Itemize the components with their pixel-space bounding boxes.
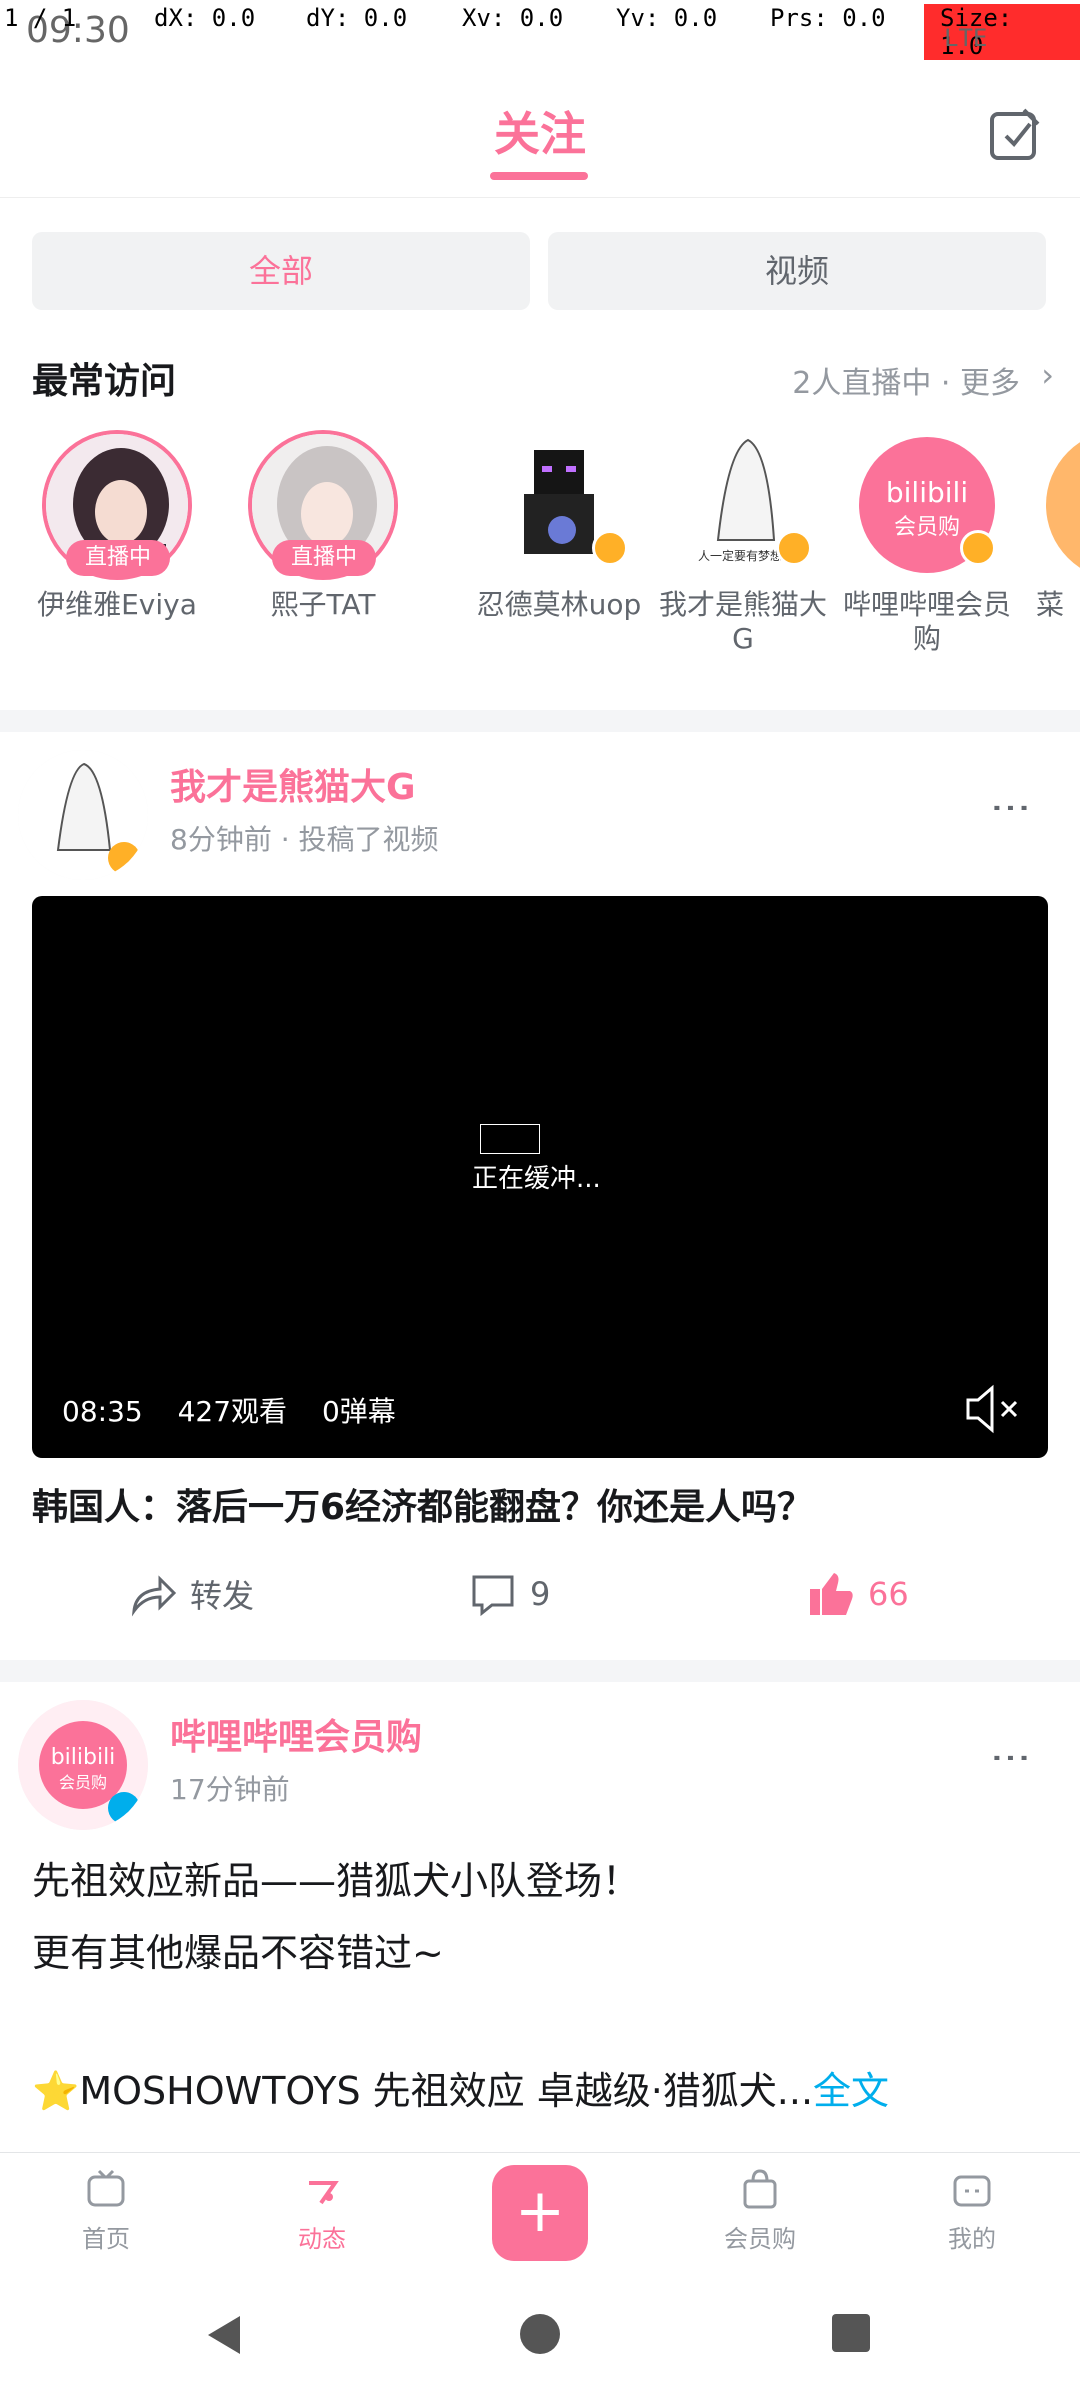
author-name[interactable]: 哔哩哔哩会员购 bbox=[170, 1708, 422, 1760]
nav-home-label: 首页 bbox=[82, 2225, 130, 2253]
add-post-button[interactable]: + bbox=[492, 2165, 588, 2261]
debug-dy: dY: 0.0 bbox=[306, 4, 408, 32]
comment-icon bbox=[472, 1575, 514, 1617]
frequent-item-label: 忍德莫林uop bbox=[476, 588, 642, 621]
tab-video[interactable]: 视频 bbox=[548, 232, 1046, 310]
lightning-badge-icon bbox=[776, 530, 812, 566]
post-text-line: ⭐MOSHOWTOYS 先祖效应 卓越级·猎狐犬...全文 bbox=[32, 2056, 889, 2126]
nav-huiyuangou-label: 会员购 bbox=[724, 2225, 796, 2253]
nav-home[interactable]: 首页 bbox=[46, 2167, 166, 2254]
debug-yv: Yv: 0.0 bbox=[616, 4, 718, 32]
frequent-item-label: 熙子TAT bbox=[270, 588, 376, 621]
filter-tabs: 全部 视频 bbox=[0, 212, 1080, 322]
post-header: 我才是熊猫大G 8分钟前 · 投稿了视频 ⋮ bbox=[0, 738, 1080, 888]
debug-xv: Xv: 0.0 bbox=[462, 4, 564, 32]
svg-text:会员购: 会员购 bbox=[894, 515, 960, 540]
buffering-text: 正在缓冲... bbox=[472, 1164, 601, 1194]
title-underline bbox=[490, 172, 588, 180]
frequent-item-label: 哔哩哔哩会员购 bbox=[842, 588, 1011, 655]
frequent-item-uop[interactable]: 忍德莫林uop bbox=[474, 420, 644, 670]
frequent-visit-list: 直播中 伊维雅Eviya 直播中 熙子TAT 忍德莫林uop 人一定要有梦想 我… bbox=[0, 420, 1080, 710]
tab-all[interactable]: 全部 bbox=[32, 232, 530, 310]
post-text-line-content: ⭐MOSHOWTOYS 先祖效应 卓越级·猎狐犬... bbox=[32, 2069, 814, 2113]
frequent-item-eviya[interactable]: 直播中 伊维雅Eviya bbox=[32, 420, 202, 670]
frequent-visit-header: 最常访问 2人直播中 · 更多 › bbox=[0, 340, 1080, 410]
live-badge: 直播中 bbox=[272, 540, 376, 576]
section-divider bbox=[0, 710, 1080, 732]
full-text-link[interactable]: 全文 bbox=[813, 2069, 889, 2113]
post-meta: 17分钟前 bbox=[170, 1773, 290, 1806]
back-icon[interactable] bbox=[200, 2310, 250, 2360]
author-name[interactable]: 我才是熊猫大G bbox=[170, 758, 416, 810]
frequent-item-label: 菜 bbox=[1036, 588, 1065, 621]
home-icon[interactable] bbox=[516, 2310, 564, 2358]
nav-mine-label: 我的 bbox=[948, 2225, 996, 2253]
svg-text:会员购: 会员购 bbox=[59, 1773, 107, 1792]
frequent-item-xizi[interactable]: 直播中 熙子TAT bbox=[238, 420, 408, 670]
thumbs-up-icon bbox=[810, 1573, 853, 1615]
author-avatar[interactable] bbox=[18, 750, 148, 880]
svg-text:bilibili: bilibili bbox=[51, 1745, 116, 1770]
post-actions: 转发 9 66 bbox=[0, 1534, 1080, 1654]
like-count: 66 bbox=[868, 1575, 909, 1613]
frequent-item-label: 我才是熊猫大G bbox=[658, 588, 827, 655]
frequent-item-huiyuangou[interactable]: bilibili 会员购 哔哩哔哩会员购 bbox=[842, 420, 1012, 670]
video-player[interactable]: 正在缓冲... 08:35 427观看 0弹幕 bbox=[32, 896, 1048, 1458]
comment-count: 9 bbox=[530, 1575, 551, 1613]
post-caption[interactable]: 韩国人：落后一万6经济都能翻盘？你还是人吗？ bbox=[32, 1478, 813, 1530]
mute-icon[interactable] bbox=[962, 1382, 1022, 1436]
forward-icon bbox=[131, 1575, 177, 1617]
frequent-more-link[interactable]: 2人直播中 · 更多 bbox=[792, 358, 1020, 402]
svg-text:人一定要有梦想: 人一定要有梦想 bbox=[698, 548, 782, 563]
buffering-icon bbox=[480, 1124, 540, 1154]
compose-icon[interactable] bbox=[980, 100, 1050, 170]
video-views: 427观看 bbox=[177, 1395, 288, 1428]
avatar bbox=[1046, 430, 1080, 580]
bottom-navigation: 首页 动态 + 会员购 我的 bbox=[0, 2152, 1080, 2272]
debug-dx: dX: 0.0 bbox=[154, 4, 256, 32]
chevron-right-icon[interactable]: › bbox=[1041, 356, 1054, 394]
post-text-line: 先祖效应新品——猎狐犬小队登场！ bbox=[32, 1859, 641, 1903]
video-stats: 08:35 427观看 0弹幕 bbox=[62, 1390, 422, 1430]
network-label: LTE bbox=[944, 24, 988, 52]
tv-icon bbox=[87, 2169, 125, 2207]
section-divider bbox=[0, 1660, 1080, 1682]
author-avatar[interactable]: bilibili 会员购 bbox=[18, 1700, 148, 1830]
frequent-item-panda[interactable]: 人一定要有梦想 我才是熊猫大G bbox=[658, 420, 828, 670]
video-duration: 08:35 bbox=[62, 1395, 143, 1428]
system-navigation-bar bbox=[0, 2272, 1080, 2400]
recents-icon[interactable] bbox=[828, 2310, 874, 2356]
forward-label: 转发 bbox=[190, 1577, 255, 1615]
page-title[interactable]: 关注 bbox=[0, 98, 1080, 164]
frequent-visit-title: 最常访问 bbox=[32, 361, 177, 402]
top-header: 关注 bbox=[0, 72, 1080, 198]
status-bar: 09:30 1 / 1 dX: 0.0 dY: 0.0 Xv: 0.0 Yv: … bbox=[0, 0, 1080, 70]
lightning-badge-icon bbox=[592, 530, 628, 566]
pointer-count: 1 / 1 bbox=[4, 4, 77, 32]
nav-dynamic-label: 动态 bbox=[298, 2225, 346, 2253]
frequent-item-partial[interactable]: 菜 bbox=[1036, 420, 1080, 670]
frequent-item-label: 伊维雅Eviya bbox=[37, 588, 197, 621]
nav-dynamic[interactable]: 动态 bbox=[262, 2167, 382, 2254]
profile-tv-icon bbox=[953, 2175, 991, 2207]
more-options-icon[interactable]: ⋮ bbox=[988, 788, 1034, 828]
post-header: bilibili 会员购 哔哩哔哩会员购 17分钟前 ⋮ bbox=[0, 1688, 1080, 1838]
app-root: 09:30 1 / 1 dX: 0.0 dY: 0.0 Xv: 0.0 Yv: … bbox=[0, 0, 1080, 2400]
post-meta: 8分钟前 · 投稿了视频 bbox=[170, 823, 439, 856]
video-danmaku: 0弹幕 bbox=[321, 1395, 396, 1428]
comment-button[interactable]: 9 bbox=[466, 1564, 550, 1624]
shopping-bag-icon bbox=[743, 2169, 777, 2209]
dynamic-icon bbox=[309, 2181, 339, 2205]
post-text-line: 更有其他爆品不容错过~ bbox=[32, 1931, 444, 1975]
debug-prs: Prs: 0.0 bbox=[770, 4, 886, 32]
more-options-icon[interactable]: ⋮ bbox=[988, 1738, 1034, 1778]
svg-text:bilibili: bilibili bbox=[886, 476, 968, 509]
forward-button[interactable]: 转发 bbox=[126, 1564, 254, 1624]
like-button[interactable]: 66 bbox=[804, 1564, 909, 1624]
live-badge: 直播中 bbox=[66, 540, 170, 576]
nav-huiyuangou[interactable]: 会员购 bbox=[700, 2167, 820, 2254]
nav-mine[interactable]: 我的 bbox=[912, 2167, 1032, 2254]
lightning-badge-icon bbox=[960, 530, 996, 566]
